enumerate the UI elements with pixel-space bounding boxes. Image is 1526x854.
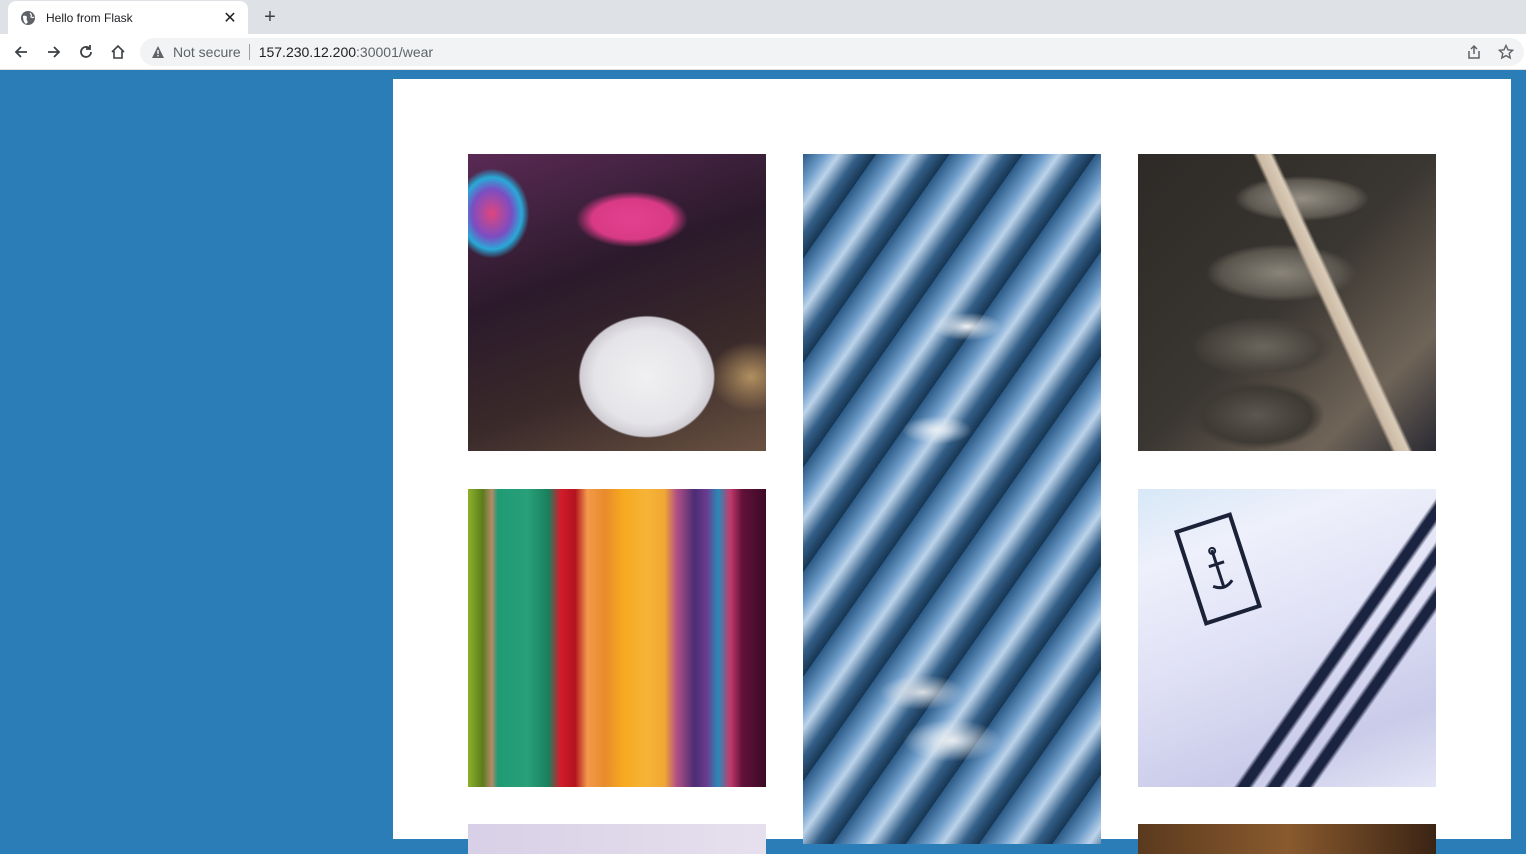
gallery-image-blurred-metal[interactable] bbox=[803, 154, 1101, 844]
gallery-image-partial-left[interactable] bbox=[468, 824, 766, 854]
share-icon[interactable] bbox=[1464, 42, 1484, 62]
warning-icon[interactable] bbox=[151, 45, 165, 59]
gallery-image-hats[interactable] bbox=[468, 154, 766, 451]
browser-toolbar: Not secure 157.230.12.200:30001/wear bbox=[0, 34, 1526, 70]
anchor-emblem bbox=[1174, 512, 1262, 626]
home-icon[interactable] bbox=[106, 40, 130, 64]
url-path: :30001/wear bbox=[356, 44, 434, 60]
reload-icon[interactable] bbox=[74, 40, 98, 64]
back-arrow-icon[interactable] bbox=[9, 40, 33, 64]
tab-strip: Hello from Flask ✕ + bbox=[0, 0, 1526, 34]
page-body bbox=[0, 71, 1526, 854]
gallery-image-shoes[interactable] bbox=[1138, 154, 1436, 451]
new-tab-button[interactable]: + bbox=[259, 6, 281, 28]
bookmark-star-icon[interactable] bbox=[1496, 42, 1516, 62]
forward-arrow-icon[interactable] bbox=[42, 40, 66, 64]
globe-icon bbox=[20, 10, 36, 26]
gallery-image-sailor-shirt[interactable] bbox=[1138, 489, 1436, 787]
tab-title: Hello from Flask bbox=[46, 10, 133, 25]
address-bar[interactable]: Not secure 157.230.12.200:30001/wear bbox=[140, 38, 1524, 66]
gallery-image-fabrics[interactable] bbox=[468, 489, 766, 787]
gallery-panel bbox=[393, 79, 1511, 854]
address-separator bbox=[248, 44, 250, 60]
close-tab-icon[interactable]: ✕ bbox=[222, 10, 238, 27]
not-secure-label[interactable]: Not secure bbox=[173, 44, 241, 60]
gallery-image-partial-right[interactable] bbox=[1138, 824, 1436, 854]
browser-tab[interactable]: Hello from Flask ✕ bbox=[8, 1, 248, 34]
url-host: 157.230.12.200 bbox=[258, 44, 357, 60]
